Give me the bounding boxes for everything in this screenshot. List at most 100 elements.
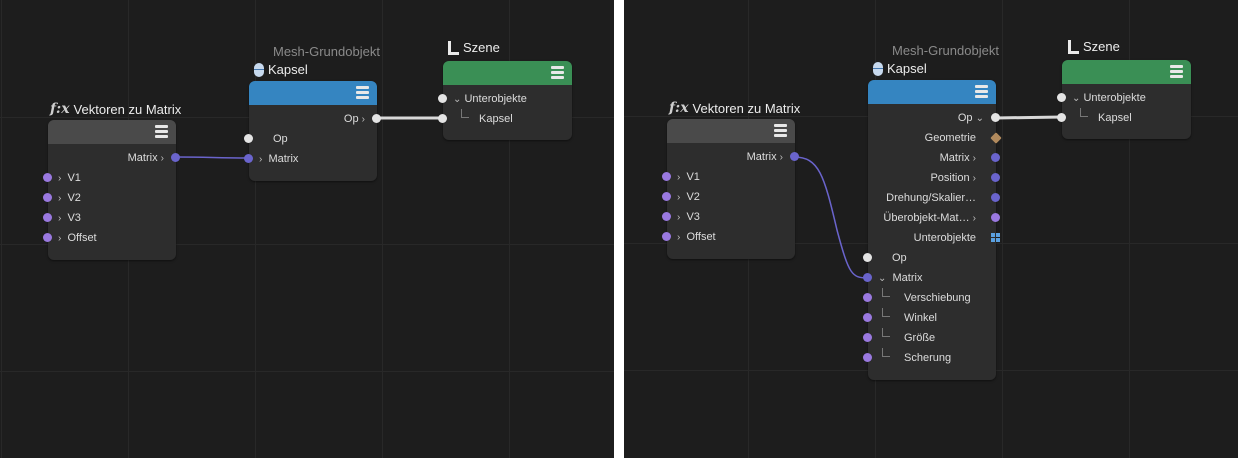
port-out-matrix[interactable]	[171, 153, 180, 162]
output-ueberobjekt-matrix: Überobjekt-Mat… ›	[883, 212, 976, 224]
chevron-right-icon[interactable]: ›	[973, 173, 976, 184]
chevron-down-icon[interactable]: ⌄	[878, 273, 886, 284]
input-groesse: Größe	[904, 332, 936, 344]
port-out-ueberobjekt-matrix[interactable]	[991, 213, 1000, 222]
input-verschiebung: Verschiebung	[904, 292, 971, 304]
scene-icon	[447, 40, 459, 55]
node-header[interactable]	[868, 80, 996, 104]
chevron-right-icon[interactable]: ›	[161, 153, 164, 164]
chevron-right-icon[interactable]: ›	[58, 193, 61, 204]
node-title-vektoren: f:x Vektoren zu Matrix	[50, 101, 181, 117]
port-in-v1[interactable]	[662, 172, 671, 181]
chevron-down-icon[interactable]: ⌄	[1072, 93, 1080, 104]
chevron-right-icon[interactable]: ›	[362, 114, 365, 125]
menu-icon[interactable]	[356, 86, 369, 99]
port-out-op[interactable]	[372, 114, 381, 123]
menu-icon[interactable]	[774, 124, 787, 137]
port-in-unterobjekte[interactable]	[438, 94, 447, 103]
port-in-kapsel[interactable]	[1057, 113, 1066, 122]
chevron-right-icon[interactable]: ›	[973, 153, 976, 164]
node-title-kapsel: Kapsel	[254, 62, 308, 77]
output-op: Op ⌄	[957, 112, 984, 124]
port-in-v2[interactable]	[662, 192, 671, 201]
node-editor-left[interactable]: f:x Vektoren zu Matrix Matrix › › V1 › V…	[0, 0, 614, 458]
port-out-matrix[interactable]	[790, 152, 799, 161]
node-header[interactable]	[1062, 60, 1191, 84]
chevron-right-icon[interactable]: ›	[58, 233, 61, 244]
chevron-down-icon[interactable]: ⌄	[976, 113, 984, 124]
node-header[interactable]	[443, 61, 572, 85]
port-in-verschiebung[interactable]	[863, 293, 872, 302]
node-subtitle-kapsel: Mesh-Grundobjekt	[892, 43, 999, 58]
port-in-v1[interactable]	[43, 173, 52, 182]
port-in-v2[interactable]	[43, 193, 52, 202]
wire-op-right	[995, 115, 1063, 120]
port-in-unterobjekte[interactable]	[1057, 93, 1066, 102]
node-vektoren-zu-matrix[interactable]: Matrix › › V1 › V2 › V3 › Offset	[48, 120, 176, 260]
node-header[interactable]	[48, 120, 176, 144]
node-title-szene: Szene	[447, 40, 500, 55]
wire-matrix-left	[174, 156, 250, 159]
menu-icon[interactable]	[1170, 65, 1183, 78]
tree-connector	[882, 308, 890, 317]
port-in-v3[interactable]	[43, 213, 52, 222]
input-unterobjekte: ⌄ Unterobjekte	[1072, 92, 1146, 104]
chevron-right-icon[interactable]: ›	[973, 213, 976, 224]
node-header[interactable]	[667, 119, 795, 143]
port-in-winkel[interactable]	[863, 313, 872, 322]
tree-connector	[882, 328, 890, 337]
node-kapsel[interactable]: Op ⌄ Geometrie Matrix › Position › Drehu…	[868, 80, 996, 380]
output-matrix: Matrix ›	[939, 152, 976, 164]
scene-icon	[1067, 39, 1079, 54]
port-in-offset[interactable]	[43, 233, 52, 242]
input-v1: › V1	[677, 171, 700, 183]
chevron-right-icon[interactable]: ›	[58, 173, 61, 184]
capsule-icon	[254, 62, 264, 77]
input-scherung: Scherung	[904, 352, 952, 364]
input-winkel: Winkel	[904, 312, 938, 324]
input-unterobjekte: ⌄ Unterobjekte	[453, 93, 527, 105]
node-kapsel[interactable]: Op › Op › Matrix	[249, 81, 377, 181]
chevron-down-icon[interactable]: ⌄	[453, 94, 461, 105]
chevron-right-icon[interactable]: ›	[677, 192, 680, 203]
node-title-text: Vektoren zu Matrix	[692, 100, 801, 116]
output-drehung-skalierung: Drehung/Skalier…	[886, 192, 976, 204]
menu-icon[interactable]	[551, 66, 564, 79]
output-unterobjekte: Unterobjekte	[913, 232, 976, 244]
port-out-position[interactable]	[991, 173, 1000, 182]
port-in-op[interactable]	[244, 134, 253, 143]
menu-icon[interactable]	[975, 85, 988, 98]
chevron-right-icon[interactable]: ›	[58, 213, 61, 224]
port-in-matrix[interactable]	[244, 154, 253, 163]
input-op: Op	[273, 133, 288, 145]
node-szene[interactable]: ⌄ Unterobjekte Kapsel	[1062, 60, 1191, 139]
chevron-right-icon[interactable]: ›	[677, 212, 680, 223]
input-v1: › V1	[58, 172, 81, 184]
output-position: Position ›	[930, 172, 976, 184]
function-icon: f:x	[669, 100, 689, 116]
node-vektoren-zu-matrix[interactable]: Matrix › › V1 › V2 › V3 › Offset	[667, 119, 795, 259]
port-in-kapsel[interactable]	[438, 114, 447, 123]
port-out-matrix[interactable]	[991, 153, 1000, 162]
node-szene[interactable]: ⌄ Unterobjekte Kapsel	[443, 61, 572, 140]
port-out-op[interactable]	[991, 113, 1000, 122]
menu-icon[interactable]	[155, 125, 168, 138]
port-in-v3[interactable]	[662, 212, 671, 221]
port-in-groesse[interactable]	[863, 333, 872, 342]
port-in-scherung[interactable]	[863, 353, 872, 362]
child-kapsel: Kapsel	[1098, 112, 1132, 124]
port-out-unterobjekte-grid-icon[interactable]	[991, 233, 1000, 242]
tree-connector	[882, 348, 890, 357]
chevron-right-icon[interactable]: ›	[677, 232, 680, 243]
node-header[interactable]	[249, 81, 377, 105]
chevron-right-icon[interactable]: ›	[259, 154, 262, 165]
node-editor-right[interactable]: f:x Vektoren zu Matrix Matrix › › V1 › V…	[624, 0, 1238, 458]
port-in-matrix[interactable]	[863, 273, 872, 282]
port-out-drehung[interactable]	[991, 193, 1000, 202]
chevron-right-icon[interactable]: ›	[677, 172, 680, 183]
capsule-icon	[873, 61, 883, 76]
port-in-offset[interactable]	[662, 232, 671, 241]
chevron-right-icon[interactable]: ›	[780, 152, 783, 163]
output-op: Op ›	[343, 113, 365, 125]
port-in-op[interactable]	[863, 253, 872, 262]
